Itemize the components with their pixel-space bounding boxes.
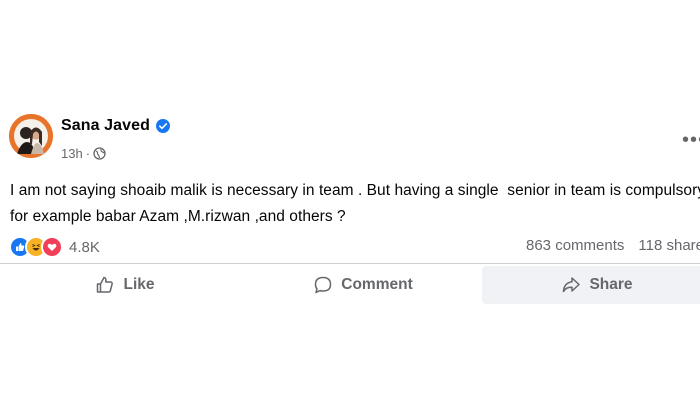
meta-separator: · [85, 146, 91, 161]
share-button[interactable]: Share [482, 266, 700, 304]
engagement-stats: 863 comments 118 shares [526, 237, 700, 254]
like-label: Like [123, 276, 155, 293]
like-button[interactable]: Like [60, 266, 190, 304]
share-label: Share [589, 276, 633, 293]
divider [0, 263, 700, 264]
comment-icon [315, 276, 332, 294]
author-row: Sana Javed [61, 117, 171, 135]
reactions-summary[interactable]: 4.8K [9, 236, 100, 258]
love-icon [41, 236, 63, 258]
reaction-count: 4.8K [69, 238, 100, 256]
more-options-icon[interactable]: ••• [682, 130, 700, 150]
post-timestamp[interactable]: 13h [61, 146, 83, 161]
author-name[interactable]: Sana Javed [61, 117, 150, 135]
thumbs-up-icon [97, 276, 114, 293]
avatar[interactable] [9, 114, 53, 158]
shares-count[interactable]: 118 shares [638, 237, 700, 254]
post-text: I am not saying shoaib malik is necessar… [10, 178, 700, 230]
share-arrow-icon [563, 277, 581, 293]
verified-badge-icon [156, 119, 171, 133]
comment-button[interactable]: Comment [268, 266, 458, 304]
post-text-line-2: for example babar Azam ,M.rizwan ,and ot… [10, 208, 346, 225]
facebook-post: Sana Javed 13h · ••• I am not saying sho… [0, 0, 700, 400]
comment-label: Comment [341, 276, 413, 293]
globe-icon[interactable] [93, 147, 106, 160]
comments-count[interactable]: 863 comments [526, 237, 624, 254]
post-meta: 13h · [61, 146, 106, 161]
post-text-line-1: I am not saying shoaib malik is necessar… [10, 182, 700, 199]
